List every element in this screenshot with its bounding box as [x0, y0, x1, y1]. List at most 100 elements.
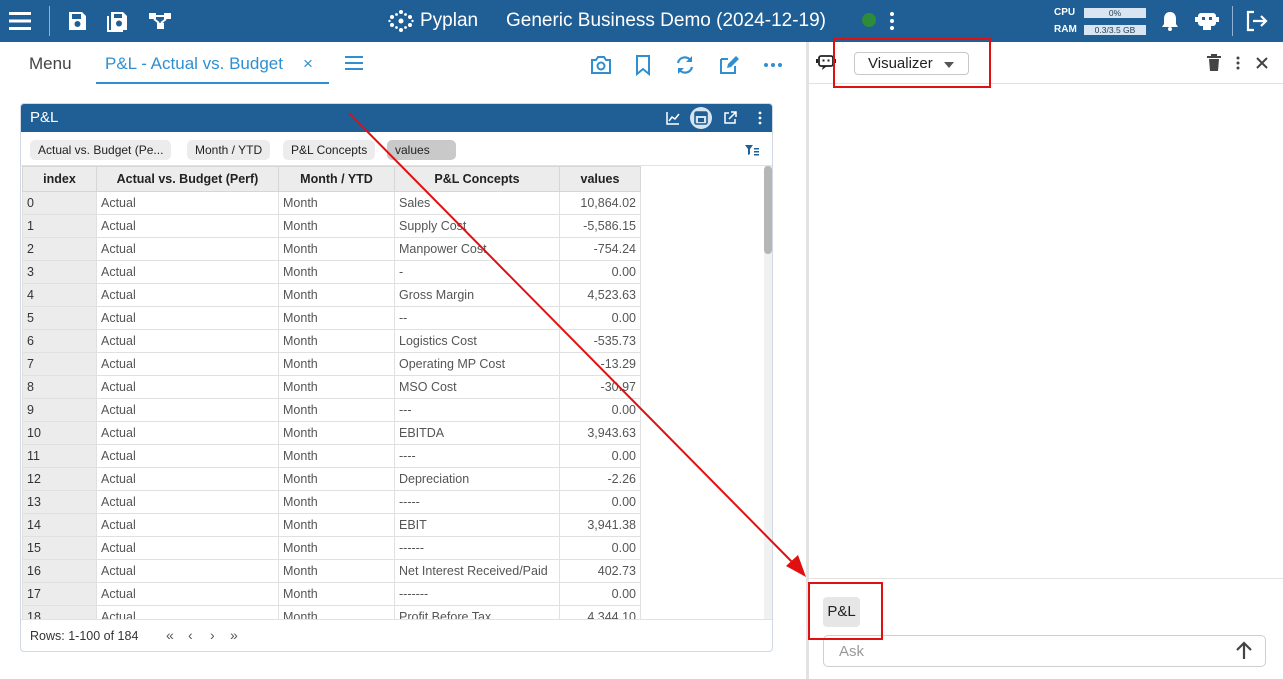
context-chip[interactable]: P&L: [823, 597, 860, 627]
cell-value[interactable]: 0.00: [559, 260, 641, 284]
cell-value[interactable]: 4,344.10: [559, 605, 641, 619]
cell-value[interactable]: 3,943.63: [559, 421, 641, 445]
cell-period[interactable]: Month: [278, 513, 395, 537]
cell-scenario[interactable]: Actual: [96, 283, 279, 307]
cell-value[interactable]: 0.00: [559, 306, 641, 330]
cell-index[interactable]: 9: [22, 398, 97, 422]
more-vert-icon[interactable]: [750, 108, 770, 128]
cell-concept[interactable]: ------: [394, 536, 560, 560]
cell-period[interactable]: Month: [278, 283, 395, 307]
share-icon[interactable]: [147, 8, 173, 34]
cell-concept[interactable]: Manpower Cost: [394, 237, 560, 261]
previous-page-button[interactable]: ‹: [188, 627, 193, 643]
cell-index[interactable]: 13: [22, 490, 97, 514]
cell-value[interactable]: -2.26: [559, 467, 641, 491]
cell-value[interactable]: 0.00: [559, 536, 641, 560]
more-vert-icon[interactable]: [1228, 53, 1248, 73]
cell-scenario[interactable]: Actual: [96, 467, 279, 491]
cell-index[interactable]: 3: [22, 260, 97, 284]
cell-concept[interactable]: Profit Before Tax: [394, 605, 560, 619]
cell-concept[interactable]: MSO Cost: [394, 375, 560, 399]
table-view-icon[interactable]: [690, 107, 712, 129]
next-page-button[interactable]: ›: [210, 627, 215, 643]
cell-concept[interactable]: Gross Margin: [394, 283, 560, 307]
cell-index[interactable]: 18: [22, 605, 97, 619]
column-header-index[interactable]: index: [22, 166, 97, 192]
cell-scenario[interactable]: Actual: [96, 513, 279, 537]
cell-scenario[interactable]: Actual: [96, 237, 279, 261]
cell-period[interactable]: Month: [278, 582, 395, 606]
cell-index[interactable]: 11: [22, 444, 97, 468]
cell-scenario[interactable]: Actual: [96, 605, 279, 619]
ask-input[interactable]: [823, 635, 1266, 667]
scroll-thumb[interactable]: [764, 166, 772, 254]
first-page-button[interactable]: «: [166, 627, 174, 643]
cell-period[interactable]: Month: [278, 191, 395, 215]
cell-value[interactable]: -5,586.15: [559, 214, 641, 238]
cell-index[interactable]: 12: [22, 467, 97, 491]
more-horiz-icon[interactable]: [762, 54, 784, 76]
cell-concept[interactable]: Depreciation: [394, 467, 560, 491]
cell-period[interactable]: Month: [278, 398, 395, 422]
column-header-pl-concepts[interactable]: P&L Concepts: [394, 166, 560, 192]
close-icon[interactable]: ×: [303, 54, 313, 74]
cell-concept[interactable]: -: [394, 260, 560, 284]
cell-value[interactable]: 402.73: [559, 559, 641, 583]
cell-period[interactable]: Month: [278, 260, 395, 284]
cell-concept[interactable]: --: [394, 306, 560, 330]
cell-period[interactable]: Month: [278, 467, 395, 491]
cell-scenario[interactable]: Actual: [96, 398, 279, 422]
chip-actual-vs-budget[interactable]: Actual vs. Budget (Pe...: [30, 140, 172, 160]
vertical-scrollbar[interactable]: [764, 166, 772, 619]
visualizer-dropdown[interactable]: Visualizer: [854, 52, 969, 75]
cell-scenario[interactable]: Actual: [96, 559, 279, 583]
bookmark-icon[interactable]: [632, 54, 654, 77]
last-page-button[interactable]: »: [230, 627, 238, 643]
cell-concept[interactable]: ----: [394, 444, 560, 468]
logout-icon[interactable]: [1244, 8, 1270, 34]
cell-scenario[interactable]: Actual: [96, 444, 279, 468]
open-external-icon[interactable]: [720, 108, 740, 128]
cell-index[interactable]: 0: [22, 191, 97, 215]
chip-month-ytd[interactable]: Month / YTD: [187, 140, 271, 160]
edit-icon[interactable]: [718, 54, 740, 76]
refresh-icon[interactable]: [674, 54, 696, 76]
cell-value[interactable]: -754.24: [559, 237, 641, 261]
cell-period[interactable]: Month: [278, 375, 395, 399]
cell-value[interactable]: -13.29: [559, 352, 641, 376]
more-vert-icon[interactable]: [884, 9, 900, 33]
cell-value[interactable]: 3,941.38: [559, 513, 641, 537]
cell-concept[interactable]: EBITDA: [394, 421, 560, 445]
tab-list-icon[interactable]: [344, 54, 364, 72]
cell-scenario[interactable]: Actual: [96, 260, 279, 284]
cell-value[interactable]: 10,864.02: [559, 191, 641, 215]
chart-icon[interactable]: [663, 108, 683, 128]
cell-concept[interactable]: Logistics Cost: [394, 329, 560, 353]
cell-value[interactable]: 0.00: [559, 490, 641, 514]
cell-scenario[interactable]: Actual: [96, 490, 279, 514]
cell-scenario[interactable]: Actual: [96, 306, 279, 330]
cell-value[interactable]: 0.00: [559, 582, 641, 606]
column-header-values[interactable]: values: [559, 166, 641, 192]
cell-index[interactable]: 7: [22, 352, 97, 376]
bell-icon[interactable]: [1157, 8, 1183, 34]
cell-index[interactable]: 8: [22, 375, 97, 399]
cell-index[interactable]: 2: [22, 237, 97, 261]
cell-index[interactable]: 16: [22, 559, 97, 583]
cell-index[interactable]: 4: [22, 283, 97, 307]
cell-value[interactable]: 0.00: [559, 398, 641, 422]
cell-concept[interactable]: Net Interest Received/Paid: [394, 559, 560, 583]
cell-scenario[interactable]: Actual: [96, 214, 279, 238]
cell-period[interactable]: Month: [278, 605, 395, 619]
cell-period[interactable]: Month: [278, 237, 395, 261]
cell-period[interactable]: Month: [278, 306, 395, 330]
cell-concept[interactable]: ---: [394, 398, 560, 422]
cell-value[interactable]: -535.73: [559, 329, 641, 353]
cell-period[interactable]: Month: [278, 444, 395, 468]
close-icon[interactable]: [1252, 53, 1272, 73]
cell-concept[interactable]: Sales: [394, 191, 560, 215]
cell-index[interactable]: 15: [22, 536, 97, 560]
cell-scenario[interactable]: Actual: [96, 582, 279, 606]
cell-index[interactable]: 1: [22, 214, 97, 238]
cell-period[interactable]: Month: [278, 490, 395, 514]
